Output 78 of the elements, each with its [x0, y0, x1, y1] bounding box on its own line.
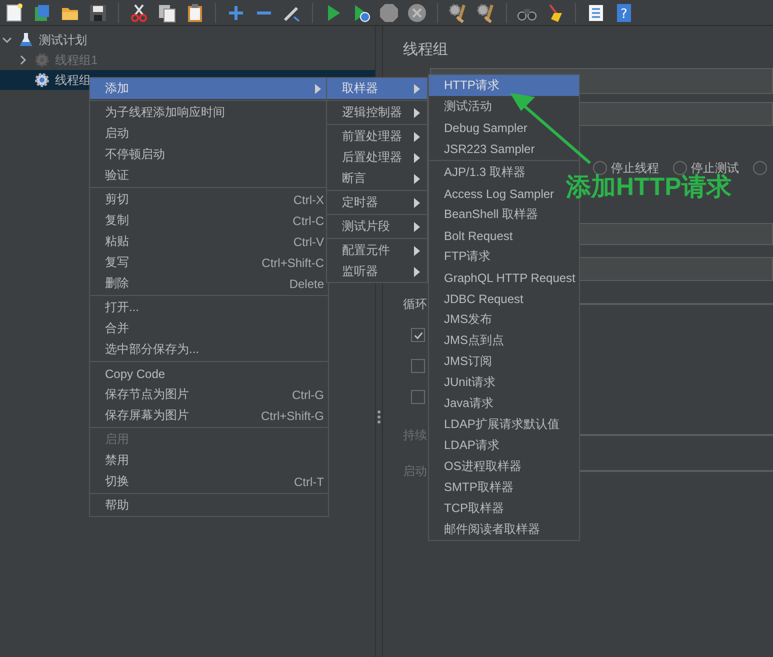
menu-item[interactable]: FTP请求	[429, 246, 579, 267]
document-icon[interactable]	[4, 2, 24, 22]
menu-item[interactable]: 启动	[90, 123, 328, 144]
menu-item[interactable]: 打开...	[90, 297, 328, 318]
menu-item[interactable]: SMTP取样器	[429, 477, 579, 498]
menu-item[interactable]: 保存节点为图片 Ctrl-G	[90, 384, 328, 405]
checkbox[interactable]	[411, 390, 425, 404]
menu-item[interactable]: LDAP扩展请求默认值	[429, 414, 579, 435]
annotation-text: 添加HTTP请求	[566, 173, 732, 203]
panel-title: 线程组	[403, 40, 449, 60]
menu-item[interactable]: LDAP请求	[429, 435, 579, 456]
menu-item[interactable]: 合并	[90, 318, 328, 339]
menu-item[interactable]: 复写 Ctrl+Shift-C	[90, 252, 328, 273]
copy-icon[interactable]	[157, 2, 177, 22]
menu-item[interactable]: 删除 Delete	[90, 273, 328, 294]
menu-item[interactable]: 切换 Ctrl-T	[90, 471, 328, 492]
menu-item[interactable]: 逻辑控制器	[327, 102, 427, 123]
menu-item[interactable]: Debug Sampler	[429, 117, 579, 138]
menu-item[interactable]: 断言	[327, 168, 427, 189]
menu-item[interactable]: JUnit请求	[429, 372, 579, 393]
menu-item[interactable]: TCP取样器	[429, 498, 579, 519]
gear-broom-icon[interactable]	[448, 2, 468, 22]
menu-item[interactable]: 添加	[90, 78, 328, 99]
radio-button[interactable]	[593, 161, 607, 175]
menu-item[interactable]: Java请求	[429, 393, 579, 414]
menu-item[interactable]: JDBC Request	[429, 288, 579, 309]
menu-item[interactable]: JSR223 Sampler	[429, 138, 579, 159]
menu-item[interactable]: 粘贴 Ctrl-V	[90, 231, 328, 252]
flask-icon	[18, 32, 34, 48]
menu-item[interactable]: 不停顿启动	[90, 144, 328, 165]
menu-item[interactable]: Bolt Request	[429, 225, 579, 246]
list-icon[interactable]	[586, 2, 606, 22]
menu-item[interactable]: GraphQL HTTP Request	[429, 267, 579, 288]
radio-button[interactable]	[753, 161, 767, 175]
menu-item[interactable]: JMS发布	[429, 309, 579, 330]
menu-item[interactable]: JMS订阅	[429, 351, 579, 372]
menu-item[interactable]: 剪切 Ctrl-X	[90, 189, 328, 210]
clipboard-icon[interactable]	[185, 2, 205, 22]
checkbox[interactable]	[411, 359, 425, 373]
menu-item[interactable]: 选中部分保存为...	[90, 339, 328, 360]
menu-item[interactable]: 邮件阅读者取样器	[429, 519, 579, 540]
menu-item[interactable]: 为子线程添加响应时间	[90, 102, 328, 123]
floppy-icon[interactable]	[88, 2, 108, 22]
gear-icon	[34, 52, 50, 68]
menu-item[interactable]: 取样器	[327, 78, 427, 99]
menu-item[interactable]: 复制 Ctrl-C	[90, 210, 328, 231]
x-circle-icon[interactable]	[407, 2, 427, 22]
gear-broom-icon[interactable]	[476, 2, 496, 22]
book-icon[interactable]	[32, 2, 52, 22]
menu-item[interactable]: OS进程取样器	[429, 456, 579, 477]
menu-item[interactable]: 验证	[90, 165, 328, 186]
menu-item[interactable]: 测试片段	[327, 216, 427, 237]
menu-item[interactable]: 测试活动	[429, 96, 579, 117]
expanded-caret-icon[interactable]	[2, 35, 12, 45]
scissors-icon[interactable]	[129, 2, 149, 22]
stop-sign-icon[interactable]	[379, 2, 399, 22]
menu-item[interactable]: BeanShell 取样器	[429, 204, 579, 225]
gear-icon	[34, 72, 50, 88]
field-label: 循环	[403, 296, 427, 312]
menu-item[interactable]: 禁用	[90, 450, 328, 471]
radio-label: 停止测试	[691, 160, 739, 174]
menu-item[interactable]: HTTP请求	[429, 75, 579, 96]
menu-item[interactable]: Copy Code	[90, 363, 328, 384]
drag-handle-icon[interactable]	[377, 410, 381, 424]
tree-item[interactable]: 线程组	[55, 72, 91, 88]
tree-item[interactable]: 测试计划	[39, 32, 87, 48]
radio-label: 停止线程	[611, 160, 659, 174]
help-icon[interactable]: ?	[614, 2, 634, 22]
radio-button[interactable]	[673, 161, 687, 175]
menu-item[interactable]: 保存屏幕为图片 Ctrl+Shift-G	[90, 405, 328, 426]
menu-item[interactable]: 前置处理器	[327, 126, 427, 147]
menu-item[interactable]: 定时器	[327, 192, 427, 213]
checkbox[interactable]	[411, 328, 425, 342]
menu-item[interactable]: 配置元件	[327, 240, 427, 261]
menu-item[interactable]: 帮助	[90, 495, 328, 516]
menu-item[interactable]: 后置处理器	[327, 147, 427, 168]
menu-item[interactable]: JMS点到点	[429, 330, 579, 351]
menu-item[interactable]: 监听器	[327, 261, 427, 282]
